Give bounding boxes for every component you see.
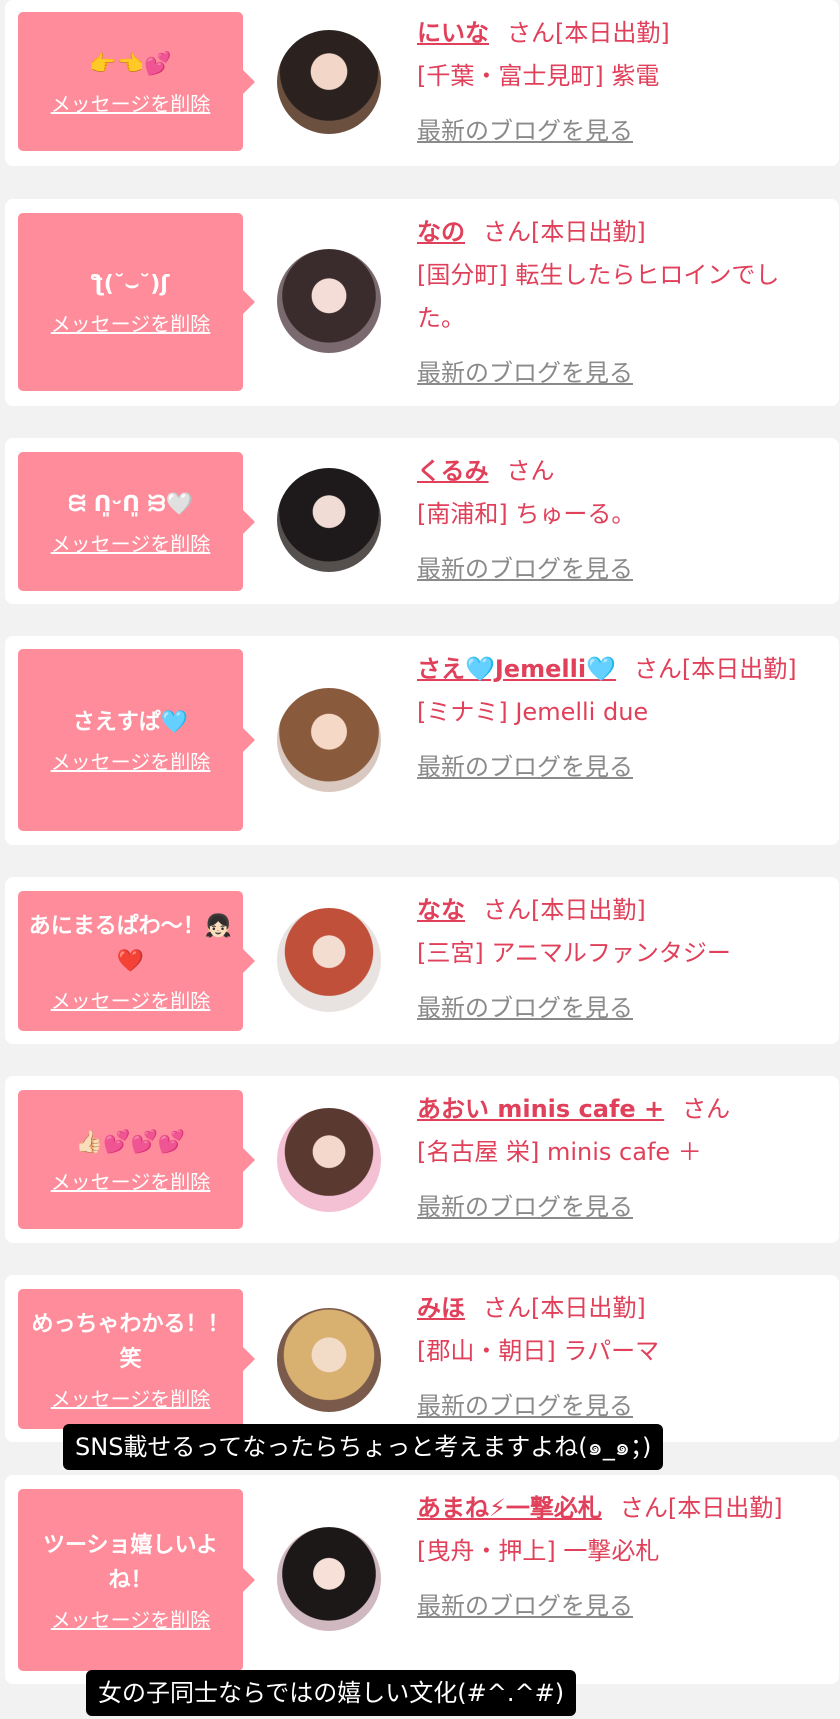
cast-name-link[interactable]: さえ🩵Jemelli🩵 xyxy=(417,655,616,683)
avatar[interactable] xyxy=(277,908,381,1012)
cast-info: なな さん[本日出勤] [三宮] アニマルファンタジー 最新のブログを見る xyxy=(417,889,827,1030)
message-text: 👉👈💕 xyxy=(89,51,172,77)
delete-message-link[interactable]: メッセージを削除 xyxy=(51,985,211,1014)
delete-message-link[interactable]: メッセージを削除 xyxy=(51,1604,211,1633)
cast-name-link[interactable]: あまね⚡一撃必札 xyxy=(417,1494,602,1522)
message-bubble: さえすぱ🩵 メッセージを削除 xyxy=(18,649,243,831)
message-card: 👉👈💕 メッセージを削除 にいな さん[本日出勤] [千葉・富士見町] 紫電 最新… xyxy=(5,0,839,166)
message-text: 👍🏻💕💕💕 xyxy=(75,1129,186,1155)
shop-name: [南浦和] ちゅーる。 xyxy=(417,500,636,528)
latest-blog-link[interactable]: 最新のブログを見る xyxy=(417,352,633,395)
cast-name-link[interactable]: くるみ xyxy=(417,457,489,485)
delete-message-link[interactable]: メッセージを削除 xyxy=(51,88,211,117)
cast-info: さえ🩵Jemelli🩵 さん[本日出勤] [ミナミ] Jemelli due 最新… xyxy=(417,648,827,789)
message-bubble: 👍🏻💕💕💕 メッセージを削除 xyxy=(18,1090,243,1229)
cast-name-link[interactable]: にいな xyxy=(417,19,489,47)
message-text: あにまるぱわ～！👧🏻❤️ xyxy=(28,913,233,974)
avatar[interactable] xyxy=(277,30,381,134)
message-bubble: 👉👈💕 メッセージを削除 xyxy=(18,12,243,151)
shop-name: [国分町] 転生したらヒロインでした。 xyxy=(417,261,780,332)
cast-name-link[interactable]: みほ xyxy=(417,1294,465,1322)
message-text: ᙦ ᑎ͈ᵕᑎ͈ ᙣ🤍 xyxy=(68,491,193,517)
shop-name: [三宮] アニマルファンタジー xyxy=(417,939,731,967)
avatar[interactable] xyxy=(277,688,381,792)
message-text: さえすぱ🩵 xyxy=(72,710,189,735)
cast-info: にいな さん[本日出勤] [千葉・富士見町] 紫電 最新のブログを見る xyxy=(417,12,827,153)
cast-name-link[interactable]: なの xyxy=(417,218,465,246)
cast-status: さん[本日出勤] xyxy=(483,1294,646,1322)
cast-status: さん[本日出勤] xyxy=(483,896,646,924)
avatar[interactable] xyxy=(277,1527,381,1631)
message-card: ツーショ嬉しいよね！ メッセージを削除 あまね⚡一撃必札 さん[本日出勤] [曳舟… xyxy=(5,1475,839,1684)
latest-blog-link[interactable]: 最新のブログを見る xyxy=(417,1385,633,1428)
latest-blog-link[interactable]: 最新のブログを見る xyxy=(417,110,633,153)
delete-message-link[interactable]: メッセージを削除 xyxy=(51,746,211,775)
message-card: あにまるぱわ～！👧🏻❤️ メッセージを削除 なな さん[本日出勤] [三宮] アニ… xyxy=(5,877,839,1044)
message-bubble: ツーショ嬉しいよね！ メッセージを削除 xyxy=(18,1489,243,1671)
cast-name-link[interactable]: なな xyxy=(417,896,465,924)
delete-message-link[interactable]: メッセージを削除 xyxy=(51,1383,211,1412)
latest-blog-link[interactable]: 最新のブログを見る xyxy=(417,1585,633,1628)
avatar[interactable] xyxy=(277,1108,381,1212)
message-text: ツーショ嬉しいよね！ xyxy=(42,1532,219,1593)
avatar[interactable] xyxy=(277,249,381,353)
message-card: めっちゃわかる！！笑 メッセージを削除 みほ さん[本日出勤] [郡山・朝日] ラ… xyxy=(5,1275,839,1442)
cast-status: さん xyxy=(506,457,555,485)
shop-name: [郡山・朝日] ラパーマ xyxy=(417,1337,660,1365)
video-caption: 女の子同士ならではの嬉しい文化(#^.^#) xyxy=(86,1670,577,1716)
cast-info: みほ さん[本日出勤] [郡山・朝日] ラパーマ 最新のブログを見る xyxy=(417,1287,827,1428)
message-text: めっちゃわかる！！笑 xyxy=(31,1311,230,1372)
cast-info: あまね⚡一撃必札 さん[本日出勤] [曳舟・押上] 一撃必札 最新のブログを見る xyxy=(417,1487,827,1628)
cast-status: さん[本日出勤] xyxy=(483,218,646,246)
delete-message-link[interactable]: メッセージを削除 xyxy=(51,308,211,337)
shop-name: [ミナミ] Jemelli due xyxy=(417,698,649,726)
cast-status: さん[本日出勤] xyxy=(619,1494,783,1522)
message-bubble: あにまるぱわ～！👧🏻❤️ メッセージを削除 xyxy=(18,891,243,1031)
message-bubble: めっちゃわかる！！笑 メッセージを削除 xyxy=(18,1289,243,1429)
message-bubble: ᙦ ᑎ͈ᵕᑎ͈ ᙣ🤍 メッセージを削除 xyxy=(18,452,243,591)
latest-blog-link[interactable]: 最新のブログを見る xyxy=(417,1186,633,1229)
latest-blog-link[interactable]: 最新のブログを見る xyxy=(417,746,633,789)
delete-message-link[interactable]: メッセージを削除 xyxy=(51,1166,211,1195)
avatar[interactable] xyxy=(277,468,381,572)
video-caption: SNS載せるってなったらちょっと考えますよね(๑_๑；) xyxy=(63,1424,664,1470)
shop-name: [名古屋 栄] minis cafe ＋ xyxy=(417,1138,702,1166)
message-bubble: ƪ(˘⌣˘)ʃ メッセージを削除 xyxy=(18,213,243,391)
message-card: ƪ(˘⌣˘)ʃ メッセージを削除 なの さん[本日出勤] [国分町] 転生したらヒ… xyxy=(5,199,839,406)
shop-name: [千葉・富士見町] 紫電 xyxy=(417,62,660,90)
message-card: ᙦ ᑎ͈ᵕᑎ͈ ᙣ🤍 メッセージを削除 くるみ さん [南浦和] ちゅーる。 最新… xyxy=(5,438,839,604)
latest-blog-link[interactable]: 最新のブログを見る xyxy=(417,548,633,591)
cast-status: さん xyxy=(682,1095,731,1123)
avatar[interactable] xyxy=(277,1308,381,1412)
cast-name-link[interactable]: あおい minis cafe + xyxy=(417,1095,664,1123)
shop-name: [曳舟・押上] 一撃必札 xyxy=(417,1537,660,1565)
cast-info: なの さん[本日出勤] [国分町] 転生したらヒロインでした。 最新のブログを見る xyxy=(417,211,827,395)
message-card: さえすぱ🩵 メッセージを削除 さえ🩵Jemelli🩵 さん[本日出勤] [ミナミ]… xyxy=(5,636,839,845)
cast-info: くるみ さん [南浦和] ちゅーる。 最新のブログを見る xyxy=(417,450,827,591)
message-text: ƪ(˘⌣˘)ʃ xyxy=(91,272,170,297)
latest-blog-link[interactable]: 最新のブログを見る xyxy=(417,987,633,1030)
cast-info: あおい minis cafe + さん [名古屋 栄] minis cafe ＋ … xyxy=(417,1088,827,1229)
cast-status: さん[本日出勤] xyxy=(633,655,797,683)
delete-message-link[interactable]: メッセージを削除 xyxy=(51,528,211,557)
cast-status: さん[本日出勤] xyxy=(507,19,670,47)
message-card: 👍🏻💕💕💕 メッセージを削除 あおい minis cafe + さん [名古屋 栄… xyxy=(5,1076,839,1243)
